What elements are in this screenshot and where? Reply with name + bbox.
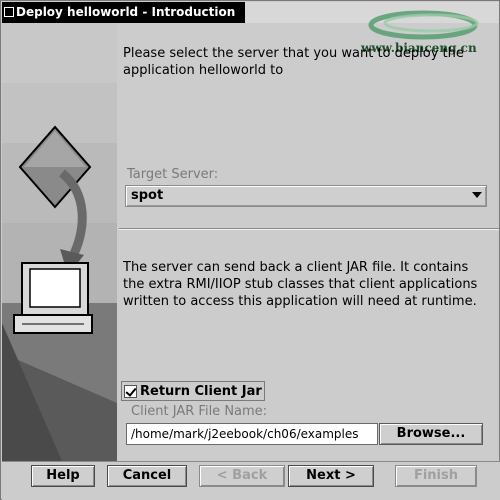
window-title: Deploy helloworld - Introduction: [16, 5, 236, 19]
chevron-down-icon[interactable]: [472, 192, 482, 198]
intro-text: Please select the server that you want t…: [123, 46, 464, 78]
client-jar-file-name-label: Client JAR File Name:: [131, 404, 268, 419]
server-deploy-illustration: [2, 23, 117, 461]
window-menu-icon[interactable]: [4, 7, 14, 17]
next-button[interactable]: Next >: [288, 465, 374, 487]
finish-button[interactable]: Finish: [395, 465, 477, 487]
cancel-button[interactable]: Cancel: [107, 465, 187, 487]
client-jar-description: The server can send back a client JAR fi…: [123, 260, 478, 309]
wizard-side-illustration: [2, 23, 117, 461]
return-client-jar-checkbox[interactable]: [124, 384, 137, 398]
help-button[interactable]: Help: [31, 465, 95, 487]
wizard-button-bar: Help Cancel < Back Next > Finish: [2, 461, 500, 500]
target-server-label: Target Server:: [127, 167, 219, 182]
target-server-value: spot: [131, 188, 164, 203]
window-titlebar[interactable]: Deploy helloworld - Introduction: [2, 2, 245, 23]
client-jar-file-name-field[interactable]: /home/mark/j2eebook/ch06/examples: [126, 423, 378, 445]
deploy-wizard-window: Deploy helloworld - Introduction www.bia…: [0, 0, 500, 500]
browse-button[interactable]: Browse...: [379, 423, 483, 445]
wizard-content: Please select the server that you want t…: [119, 23, 499, 461]
back-button[interactable]: < Back: [199, 465, 285, 487]
target-server-select[interactable]: spot: [125, 185, 487, 207]
return-client-jar-checkbox-row[interactable]: Return Client Jar: [121, 381, 265, 401]
section-divider: [119, 228, 499, 230]
return-client-jar-label[interactable]: Return Client Jar: [140, 384, 262, 399]
